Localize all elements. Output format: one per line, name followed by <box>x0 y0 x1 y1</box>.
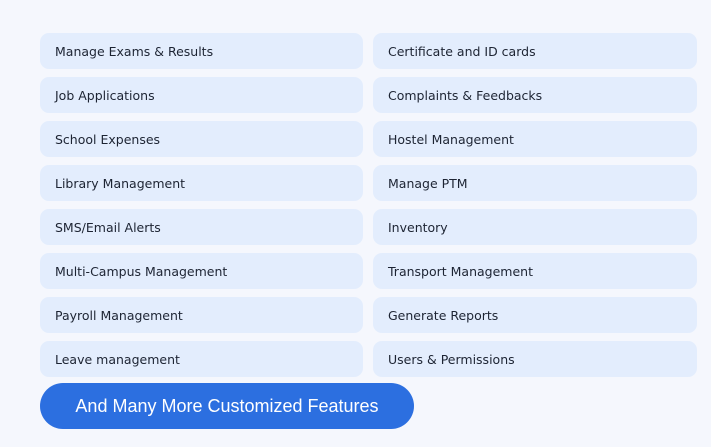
feature-certificate-id-cards: Certificate and ID cards <box>373 33 697 69</box>
feature-generate-reports: Generate Reports <box>373 297 697 333</box>
feature-leave-management: Leave management <box>40 341 363 377</box>
feature-job-applications: Job Applications <box>40 77 363 113</box>
feature-sms-email-alerts: SMS/Email Alerts <box>40 209 363 245</box>
feature-school-expenses: School Expenses <box>40 121 363 157</box>
feature-payroll-management: Payroll Management <box>40 297 363 333</box>
more-features-button[interactable]: And Many More Customized Features <box>40 383 414 429</box>
feature-users-permissions: Users & Permissions <box>373 341 697 377</box>
feature-manage-ptm: Manage PTM <box>373 165 697 201</box>
feature-multi-campus-management: Multi-Campus Management <box>40 253 363 289</box>
feature-manage-exams-results: Manage Exams & Results <box>40 33 363 69</box>
feature-transport-management: Transport Management <box>373 253 697 289</box>
feature-inventory: Inventory <box>373 209 697 245</box>
feature-complaints-feedbacks: Complaints & Feedbacks <box>373 77 697 113</box>
feature-hostel-management: Hostel Management <box>373 121 697 157</box>
feature-library-management: Library Management <box>40 165 363 201</box>
feature-grid: Manage Exams & Results Certificate and I… <box>40 33 697 377</box>
